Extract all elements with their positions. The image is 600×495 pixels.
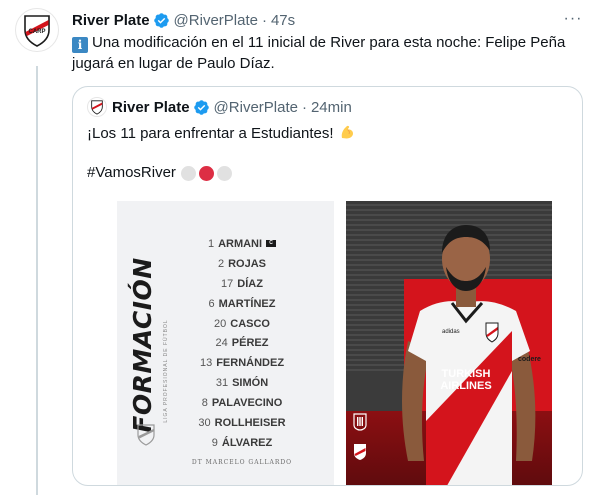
information-emoji-icon: i [72,37,88,53]
player-name: FERNÁNDEZ [216,357,285,370]
river-plate-crest-icon: CARP [24,15,50,47]
tweet-header: River Plate @RiverPlate · 47s [72,8,295,32]
tweet-body: Una modificación en el 11 inicial de Riv… [72,34,566,72]
player-row: 6 MARTÍNEZ [157,294,327,314]
avatar[interactable]: CARP [15,8,59,52]
sponsor-line-1: TURKISH [442,368,491,380]
player-row: 17 DÍAZ [157,274,327,294]
player-name: PALAVECINO [211,397,283,410]
player-row: 8 PALAVECINO [157,393,327,413]
player-number: 6 [208,297,215,310]
player-number: 24 [215,337,228,350]
player-name: ROLLHEISER [214,416,286,429]
player-name: PÉREZ [231,337,269,350]
player-number: 17 [221,277,234,290]
lineup-graphic[interactable]: FORMACIÓN LIGA PROFESIONAL DE FÚTBOL 1 AR… [117,201,334,485]
more-icon[interactable]: ··· [560,8,586,30]
river-plate-crest-icon [91,100,103,115]
quoted-tweet-header: River Plate @RiverPlate · 24min [87,97,352,117]
lineup-title: FORMACIÓN [128,257,157,433]
player-number: 31 [215,377,229,390]
player-name: MARTÍNEZ [218,297,276,310]
player-number: 30 [198,416,211,429]
quoted-text: ¡Los 11 para enfrentar a Estudiantes! [87,123,356,147]
player-name: ARMANI [218,237,263,250]
svg-text:CARP: CARP [28,29,45,35]
coach-label: DT MARCELO GALLARDO [191,459,293,466]
tweet[interactable]: CARP River Plate @RiverPlate · 47s ··· i… [0,0,600,495]
player-row: 2 ROJAS [157,254,327,274]
author-handle[interactable]: @RiverPlate [174,12,258,29]
quoted-author-handle[interactable]: @RiverPlate [214,99,298,116]
player-number: 9 [211,436,218,449]
player-row: 31 SIMÓN [157,373,327,393]
player-row: 13 FERNÁNDEZ [157,353,327,373]
quoted-media[interactable]: FORMACIÓN LIGA PROFESIONAL DE FÚTBOL 1 AR… [117,201,552,485]
quoted-avatar[interactable] [87,97,107,117]
kit-brand: adidas [442,329,460,335]
quoted-tweet[interactable]: River Plate @RiverPlate · 24min ¡Los 11 … [72,86,583,486]
quoted-author-name[interactable]: River Plate [112,99,190,116]
tweet-text: i Una modificación en el 11 inicial de Ri… [72,32,582,74]
timestamp[interactable]: 47s [271,12,295,29]
red-circle-emoji-icon [198,165,214,181]
player-name: SIMÓN [232,377,269,390]
sleeve-brand: codere [518,356,541,363]
river-plate-crest-icon [137,424,155,446]
player-number: 2 [217,257,225,270]
player-number: 8 [201,397,208,410]
verified-badge-icon [193,99,210,116]
separator-dot: · [261,11,267,29]
player-number: 20 [214,317,227,330]
player-list: 1 ARMANI C 2 ROJAS 17 DÍAZ 6 MARTÍNEZ 20 CASCO… [157,234,327,453]
quoted-body: ¡Los 11 para enfrentar a Estudiantes! [87,125,334,142]
player-row: 20 CASCO [157,314,327,334]
quoted-timestamp[interactable]: 24min [311,99,352,116]
player-row: 9 ÁLVAREZ [157,433,327,453]
white-circle-emoji-icon [216,165,232,181]
river-plate-crest-icon [354,444,366,460]
player-name: CASCO [230,317,270,330]
flexed-biceps-emoji-icon [338,123,356,147]
sponsor-line-2: AIRLINES [440,380,491,392]
author-name[interactable]: River Plate [72,12,150,29]
white-circle-emoji-icon [180,165,196,181]
player-name: ÁLVAREZ [221,436,273,449]
thread-line [36,66,38,495]
verified-badge-icon [153,12,170,29]
captain-badge: C [266,240,277,248]
separator-dot: · [301,98,307,116]
player-name: DÍAZ [237,277,263,290]
player-figure: TURKISH AIRLINES adidas codere [402,225,541,485]
league-logo-icon [353,413,367,431]
quoted-hashtag-line: #VamosRiver [87,163,232,183]
player-name: ROJAS [228,257,267,270]
player-number: 1 [207,237,215,250]
player-row: 1 ARMANI C [157,234,327,254]
player-number: 13 [199,357,213,370]
player-photo[interactable]: TURKISH AIRLINES adidas codere [346,201,552,485]
player-row: 30 ROLLHEISER [157,413,327,433]
player-row: 24 PÉREZ [157,333,327,353]
hashtag[interactable]: #VamosRiver [87,163,176,183]
